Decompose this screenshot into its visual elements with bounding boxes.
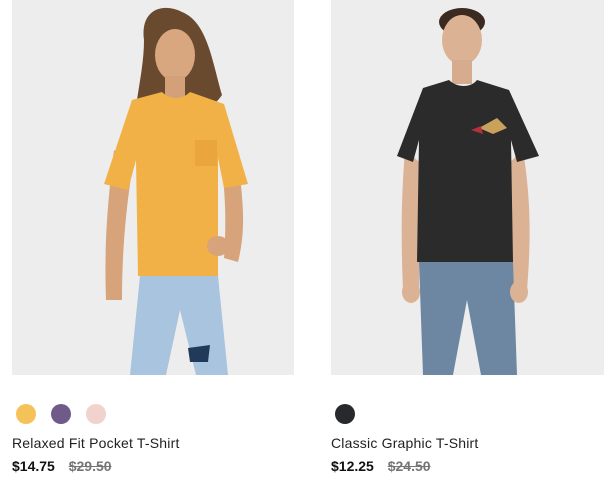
sale-price: $12.25 [331, 458, 374, 474]
price-block: $14.75 $29.50 [12, 458, 112, 474]
black-swatch[interactable] [335, 404, 355, 424]
color-swatches [335, 404, 355, 424]
orange-swatch[interactable] [16, 404, 36, 424]
purple-swatch[interactable] [51, 404, 71, 424]
product-image[interactable] [12, 0, 294, 375]
product-card[interactable]: Classic Graphic T-Shirt $12.25 $24.50 [331, 0, 604, 474]
color-swatches [16, 404, 106, 424]
pink-swatch[interactable] [86, 404, 106, 424]
model-black-shirt-photo [397, 8, 539, 375]
product-name[interactable]: Classic Graphic T-Shirt [331, 435, 479, 451]
product-image[interactable] [331, 0, 604, 375]
product-card[interactable]: Relaxed Fit Pocket T-Shirt $14.75 $29.50 [12, 0, 294, 474]
original-price: $29.50 [68, 458, 112, 474]
sale-price: $14.75 [12, 458, 55, 474]
original-price: $24.50 [387, 458, 431, 474]
model-orange-shirt-photo [104, 7, 248, 375]
price-block: $12.25 $24.50 [331, 458, 431, 474]
product-name[interactable]: Relaxed Fit Pocket T-Shirt [12, 435, 180, 451]
